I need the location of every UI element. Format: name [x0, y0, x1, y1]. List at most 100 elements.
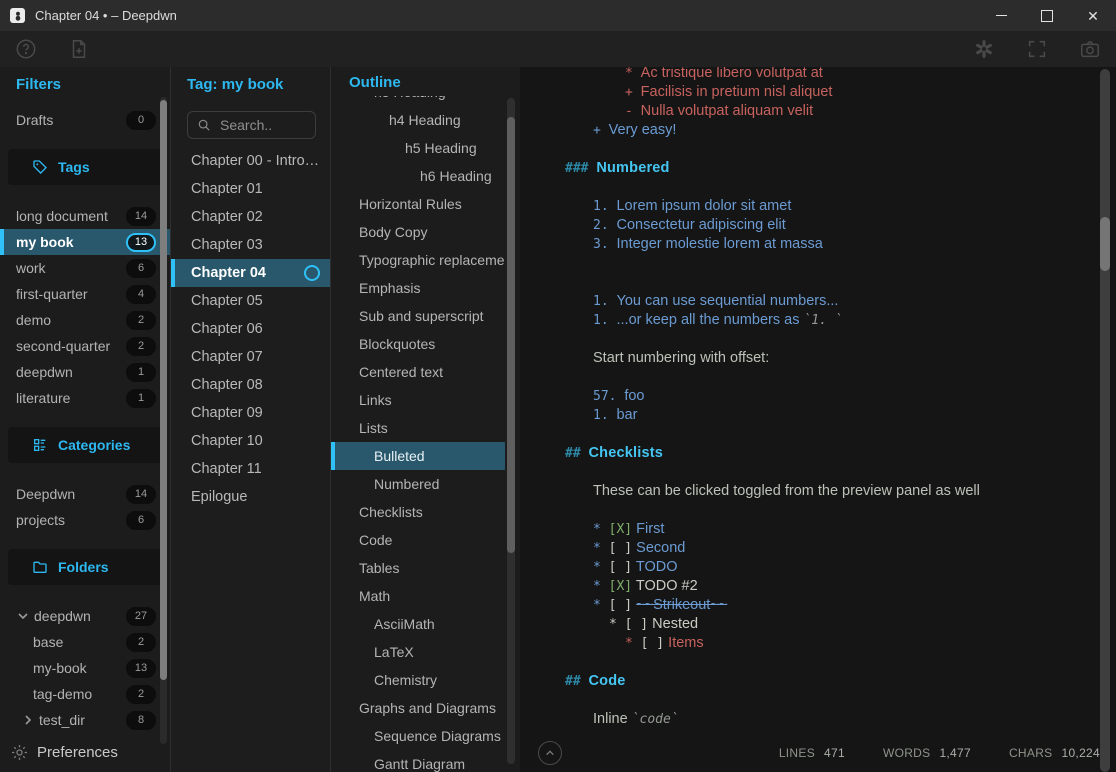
help-button[interactable]	[14, 37, 38, 61]
outline-item[interactable]: Sequence Diagrams	[331, 722, 505, 750]
new-file-button[interactable]	[67, 37, 91, 61]
tag-row[interactable]: second-quarter2	[0, 333, 170, 359]
tag-row[interactable]: deepdwn1	[0, 359, 170, 385]
search-input[interactable]	[218, 116, 306, 134]
categorie-row[interactable]: Deepdwn14	[0, 481, 170, 507]
outline-scrollbar-thumb[interactable]	[507, 117, 515, 553]
file-row[interactable]: Chapter 00 - Introduction	[171, 147, 330, 175]
outline-item[interactable]: Links	[331, 386, 505, 414]
editor-line[interactable]: * [ ] Second	[520, 539, 1092, 558]
file-row[interactable]: Chapter 11	[171, 455, 330, 483]
editor-line[interactable]: + Very easy!	[520, 121, 1092, 140]
chevron-down-icon[interactable]	[16, 609, 30, 623]
editor-line[interactable]	[520, 691, 1092, 710]
section-tags-header[interactable]: Tags	[8, 149, 162, 185]
tag-row[interactable]: my book13	[0, 229, 170, 255]
editor-line[interactable]: 57. foo	[520, 387, 1092, 406]
editor-line[interactable]	[520, 178, 1092, 197]
outline-item[interactable]: Bulleted	[331, 442, 505, 470]
fold-button[interactable]	[538, 741, 562, 765]
outline-item[interactable]: Blockquotes	[331, 330, 505, 358]
tag-row[interactable]: demo2	[0, 307, 170, 333]
categorie-row[interactable]: projects6	[0, 507, 170, 533]
file-row[interactable]: Chapter 04	[171, 259, 330, 287]
editor-scrollbar-thumb[interactable]	[1100, 217, 1110, 271]
outline-item[interactable]: Chemistry	[331, 666, 505, 694]
outline-item[interactable]: Lists	[331, 414, 505, 442]
editor-line[interactable]: Inline `code`	[520, 710, 1092, 729]
file-row[interactable]: Chapter 08	[171, 371, 330, 399]
file-row[interactable]: Chapter 10	[171, 427, 330, 455]
outline-item[interactable]: Body Copy	[331, 218, 505, 246]
editor-line[interactable]	[520, 501, 1092, 520]
outline-item[interactable]: LaTeX	[331, 638, 505, 666]
editor-line[interactable]: * Ac tristique libero volutpat at	[520, 67, 1092, 83]
editor-line[interactable]	[520, 425, 1092, 444]
editor-line[interactable]: * [ ] Nested	[520, 615, 1092, 634]
editor-line[interactable]: 1. Lorem ipsum dolor sit amet	[520, 197, 1092, 216]
editor-line[interactable]: + Facilisis in pretium nisl aliquet	[520, 83, 1092, 102]
editor-line[interactable]: 1. bar	[520, 406, 1092, 425]
editor-panel[interactable]: * Ac tristique libero volutpat at+ Facil…	[520, 67, 1116, 772]
editor-line[interactable]: 2. Consectetur adipiscing elit	[520, 216, 1092, 235]
folder-row[interactable]: test_dir8	[0, 707, 170, 733]
section-categories-header[interactable]: Categories	[8, 427, 162, 463]
editor-line[interactable]: * [X] TODO #2	[520, 577, 1092, 596]
editor-line[interactable]	[520, 368, 1092, 387]
editor-line[interactable]: Start numbering with offset:	[520, 349, 1092, 368]
outline-item[interactable]: h6 Heading	[331, 162, 505, 190]
focus-mode-button[interactable]	[1025, 37, 1049, 61]
folder-row[interactable]: tag-demo2	[0, 681, 170, 707]
editor-line[interactable]: ## Code	[520, 672, 1092, 691]
editor-line[interactable]: - Nulla volutpat aliquam velit	[520, 102, 1092, 121]
outline-item[interactable]: AsciiMath	[331, 610, 505, 638]
editor-scrollbar-track[interactable]	[1100, 69, 1110, 772]
file-row[interactable]: Chapter 02	[171, 203, 330, 231]
outline-item[interactable]: h4 Heading	[331, 106, 505, 134]
outline-item[interactable]: Checklists	[331, 498, 505, 526]
chevron-right-icon[interactable]	[21, 713, 35, 727]
editor-line[interactable]: 3. Integer molestie lorem at massa	[520, 235, 1092, 254]
drafts-row[interactable]: Drafts 0	[0, 107, 170, 133]
section-folders-header[interactable]: Folders	[8, 549, 162, 585]
file-row[interactable]: Chapter 03	[171, 231, 330, 259]
preferences-button[interactable]: Preferences	[10, 743, 118, 762]
filters-scrollbar-thumb[interactable]	[160, 100, 167, 680]
outline-item[interactable]: Tables	[331, 554, 505, 582]
editor-line[interactable]	[520, 463, 1092, 482]
folder-row[interactable]: deepdwn27	[0, 603, 170, 629]
editor-line[interactable]: These can be clicked toggled from the pr…	[520, 482, 1092, 501]
outline-item[interactable]: Code	[331, 526, 505, 554]
outline-item[interactable]: Centered text	[331, 358, 505, 386]
tag-row[interactable]: work6	[0, 255, 170, 281]
file-row[interactable]: Chapter 09	[171, 399, 330, 427]
outline-item[interactable]: Graphs and Diagrams	[331, 694, 505, 722]
editor-line[interactable]: 1. ...or keep all the numbers as `1. `	[520, 311, 1092, 330]
editor-line[interactable]	[520, 254, 1092, 273]
editor-line[interactable]	[520, 653, 1092, 672]
outline-item[interactable]: Typographic replacements	[331, 246, 505, 274]
editor-line[interactable]: 1. You can use sequential numbers...	[520, 292, 1092, 311]
editor-line[interactable]: * [X] First	[520, 520, 1092, 539]
editor-line[interactable]	[520, 140, 1092, 159]
folder-row[interactable]: base2	[0, 629, 170, 655]
close-button[interactable]: ✕	[1070, 0, 1116, 31]
outline-item[interactable]: Horizontal Rules	[331, 190, 505, 218]
outline-item[interactable]: Sub and superscript	[331, 302, 505, 330]
file-row[interactable]: Chapter 01	[171, 175, 330, 203]
editor-line[interactable]	[520, 330, 1092, 349]
tag-row[interactable]: literature1	[0, 385, 170, 411]
tag-row[interactable]: long document14	[0, 203, 170, 229]
minimize-button[interactable]	[978, 0, 1024, 31]
editor-line[interactable]	[520, 273, 1092, 292]
editor-line[interactable]: * [ ] ~~Strikeout~~	[520, 596, 1092, 615]
editor-line[interactable]: ## Checklists	[520, 444, 1092, 463]
screenshot-button[interactable]	[1078, 37, 1102, 61]
tag-row[interactable]: first-quarter4	[0, 281, 170, 307]
maximize-button[interactable]	[1024, 0, 1070, 31]
editor-line[interactable]: * [ ] TODO	[520, 558, 1092, 577]
file-row[interactable]: Chapter 07	[171, 343, 330, 371]
outline-item[interactable]: Emphasis	[331, 274, 505, 302]
file-row[interactable]: Chapter 06	[171, 315, 330, 343]
outline-item[interactable]: Gantt Diagram	[331, 750, 505, 772]
